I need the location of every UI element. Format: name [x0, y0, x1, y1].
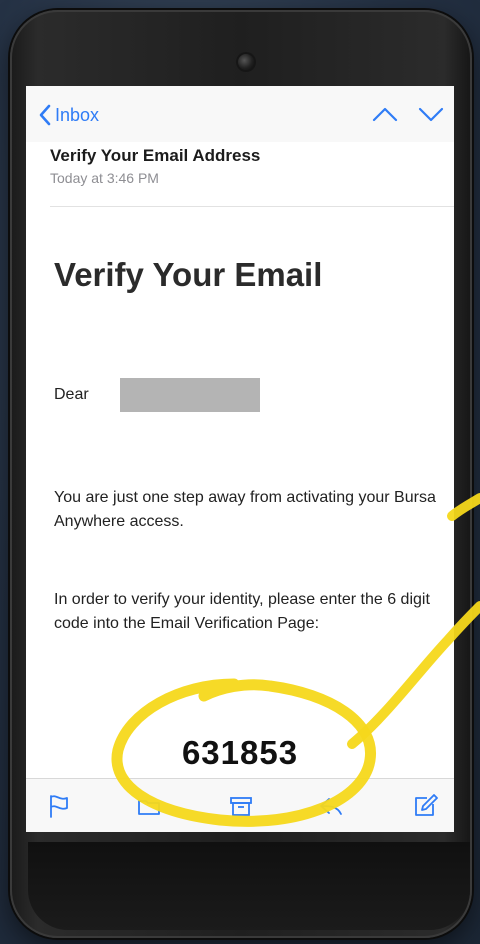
flag-icon[interactable]: [46, 793, 72, 819]
phone-bottom-bezel: [28, 842, 470, 930]
camera-icon: [238, 54, 254, 70]
chevron-down-icon[interactable]: [418, 104, 444, 124]
compose-icon[interactable]: [412, 793, 438, 819]
back-button[interactable]: Inbox: [38, 102, 99, 128]
intro-paragraph: You are just one step away from activati…: [54, 489, 436, 530]
mail-navbar: Inbox: [26, 86, 454, 142]
folder-icon[interactable]: [136, 793, 162, 819]
email-subject: Verify Your Email Address: [50, 146, 261, 165]
email-heading: Verify Your Email: [54, 256, 323, 293]
header-divider: [50, 206, 454, 207]
archive-icon[interactable]: [228, 793, 254, 819]
mail-screen: Inbox Verify Your Email Address Today at…: [26, 86, 454, 832]
chevron-left-icon: [39, 104, 51, 126]
verification-code: 631853: [181, 734, 299, 771]
back-label: Inbox: [55, 104, 100, 125]
email-timestamp: Today at 3:46 PM: [50, 170, 159, 186]
reply-icon[interactable]: [318, 793, 344, 819]
instruction-paragraph: In order to verify your identity, please…: [54, 591, 430, 632]
greeting: Dear: [54, 386, 89, 403]
chevron-up-icon[interactable]: [372, 104, 398, 124]
redacted-name: [120, 378, 260, 412]
mail-toolbar: [26, 778, 454, 832]
